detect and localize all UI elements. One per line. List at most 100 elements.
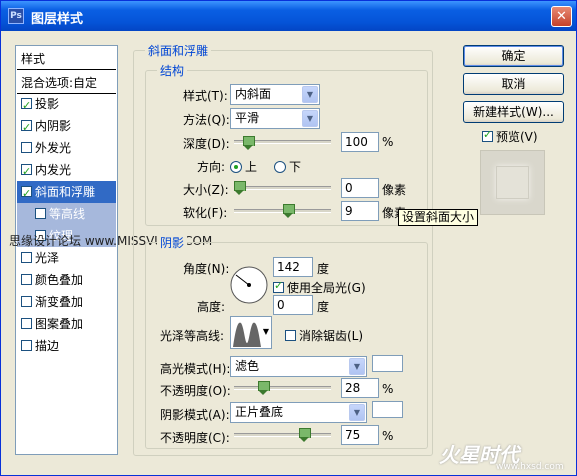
direction-label: 方向: [197,160,226,174]
shadow-opacity-label: 不透明度(C): [160,431,230,445]
satin-checkbox[interactable] [21,252,32,263]
style-item-pattern-overlay[interactable]: 图案叠加 [17,313,116,335]
style-item-label: 光泽 [35,251,60,265]
depth-slider-thumb[interactable] [242,136,255,150]
technique-label: 方法(Q): [183,113,230,127]
style-item-drop-shadow[interactable]: 投影 [17,93,116,117]
highlight-opacity-unit: % [382,382,394,396]
dialog-title: 图层样式 [31,12,84,27]
style-select-value: 内斜面 [235,87,272,101]
style-item-outer-glow[interactable]: 外发光 [17,137,116,159]
global-light-option[interactable]: 使用全局光(G) [273,279,366,296]
style-item-label: 斜面和浮雕 [35,185,96,199]
bevel-emboss-checkbox[interactable] [21,183,32,205]
direction-down-radio[interactable] [274,161,286,173]
depth-input[interactable]: 100 [341,132,379,152]
shadow-opacity-input[interactable]: 75 [341,425,379,445]
highlight-opacity-thumb[interactable] [258,381,271,395]
outer-glow-checkbox[interactable] [21,142,32,153]
angle-label: 角度(N): [183,262,230,276]
style-item-satin[interactable]: 光泽 [17,247,116,269]
blend-options-item[interactable]: 混合选项:自定 [17,72,116,94]
size-tooltip: 设置斜面大小 [398,209,479,226]
pattern-overlay-checkbox[interactable] [21,318,32,329]
shadow-mode-label: 阴影模式(A): [160,408,230,422]
structure-title: 结构 [157,62,188,79]
style-item-label: 等高线 [49,207,86,221]
highlight-opacity-input[interactable]: 28 [341,378,379,398]
contour-checkbox[interactable] [35,208,46,219]
size-slider-track[interactable] [234,186,331,190]
style-label: 样式(T): [183,89,228,103]
style-item-color-overlay[interactable]: 颜色叠加 [17,269,116,291]
style-item-contour[interactable]: 等高线 [17,203,116,225]
style-item-bevel-emboss[interactable]: 斜面和浮雕 [17,181,116,205]
style-item-inner-shadow[interactable]: 内阴影 [17,115,116,139]
size-slider-thumb[interactable] [234,181,246,195]
close-button[interactable]: ✕ [551,6,572,27]
technique-select[interactable]: 平滑 ▼ [230,108,320,129]
global-light-checkbox[interactable] [273,279,284,293]
photoshop-app-icon: Ps [8,8,24,24]
style-list-header[interactable]: 样式 [17,48,116,70]
size-unit: 像素 [382,183,407,197]
gloss-contour-picker[interactable]: ▼ [230,316,272,349]
antialias-label: 消除锯齿(L) [299,329,364,343]
angle-dial[interactable] [229,265,269,305]
cancel-button[interactable]: 取消 [463,73,564,95]
title-bar[interactable]: Ps 图层样式 ✕ [1,1,576,31]
altitude-label: 高度: [197,300,226,314]
preview-label: 预览(V) [496,130,538,144]
style-item-stroke[interactable]: 描边 [17,335,116,357]
style-select[interactable]: 内斜面 ▼ [230,84,320,105]
gloss-contour-label: 光泽等高线: [160,329,225,343]
color-overlay-checkbox[interactable] [21,274,32,285]
ok-button[interactable]: 确定 [463,45,564,67]
stroke-checkbox[interactable] [21,340,32,351]
gradient-overlay-checkbox[interactable] [21,296,32,307]
drop-shadow-checkbox[interactable] [21,95,32,117]
soften-label: 软化(F): [183,206,228,220]
direction-down-option[interactable]: 下 [274,158,301,175]
bevel-emboss-title: 斜面和浮雕 [145,42,212,59]
highlight-mode-select[interactable]: 滤色 ▼ [230,356,367,377]
inner-glow-checkbox[interactable] [21,161,32,183]
style-item-gradient-overlay[interactable]: 渐变叠加 [17,291,116,313]
antialias-checkbox[interactable] [285,330,296,341]
angle-input[interactable]: 142 [273,257,313,277]
highlight-opacity-label: 不透明度(O): [160,384,231,398]
direction-up-radio[interactable] [230,161,242,173]
direction-up-option[interactable]: 上 [230,158,257,175]
chevron-down-icon: ▼ [349,404,365,421]
highlight-mode-value: 滤色 [235,359,260,373]
shadow-mode-select[interactable]: 正片叠底 ▼ [230,402,367,423]
soften-slider-thumb[interactable] [282,204,295,218]
layer-style-dialog: Ps 图层样式 ✕ 样式 混合选项:自定 投影 内阴影 外发光 内发光 斜面和浮… [0,0,577,476]
depth-label: 深度(D): [183,137,230,151]
inner-shadow-checkbox[interactable] [21,117,32,139]
shadow-opacity-unit: % [382,429,394,443]
size-input[interactable]: 0 [341,178,379,198]
preview-option[interactable]: 预览(V) [482,128,538,145]
direction-up-label: 上 [245,160,258,174]
antialias-option[interactable]: 消除锯齿(L) [285,327,363,344]
technique-select-value: 平滑 [235,111,260,125]
new-style-button[interactable]: 新建样式(W)... [463,101,564,123]
shadow-color-swatch[interactable] [372,401,403,418]
preview-checkbox[interactable] [482,128,493,142]
watermark-url: www.hxsd.com [496,462,564,472]
shadow-opacity-track[interactable] [234,433,331,437]
global-light-label: 使用全局光(G) [287,281,366,295]
style-item-label: 内阴影 [35,119,72,133]
highlight-color-swatch[interactable] [372,355,403,372]
style-item-inner-glow[interactable]: 内发光 [17,159,116,183]
altitude-input[interactable]: 0 [273,295,313,315]
shadow-opacity-thumb[interactable] [299,428,312,442]
highlight-mode-label: 高光模式(H): [160,362,231,376]
highlight-opacity-track[interactable] [234,386,331,390]
gloss-contour-preview [232,317,262,348]
style-preview-thumbnail [480,150,545,215]
style-item-label: 渐变叠加 [35,295,84,309]
soften-input[interactable]: 9 [341,201,379,221]
chevron-down-icon: ▼ [349,358,365,375]
